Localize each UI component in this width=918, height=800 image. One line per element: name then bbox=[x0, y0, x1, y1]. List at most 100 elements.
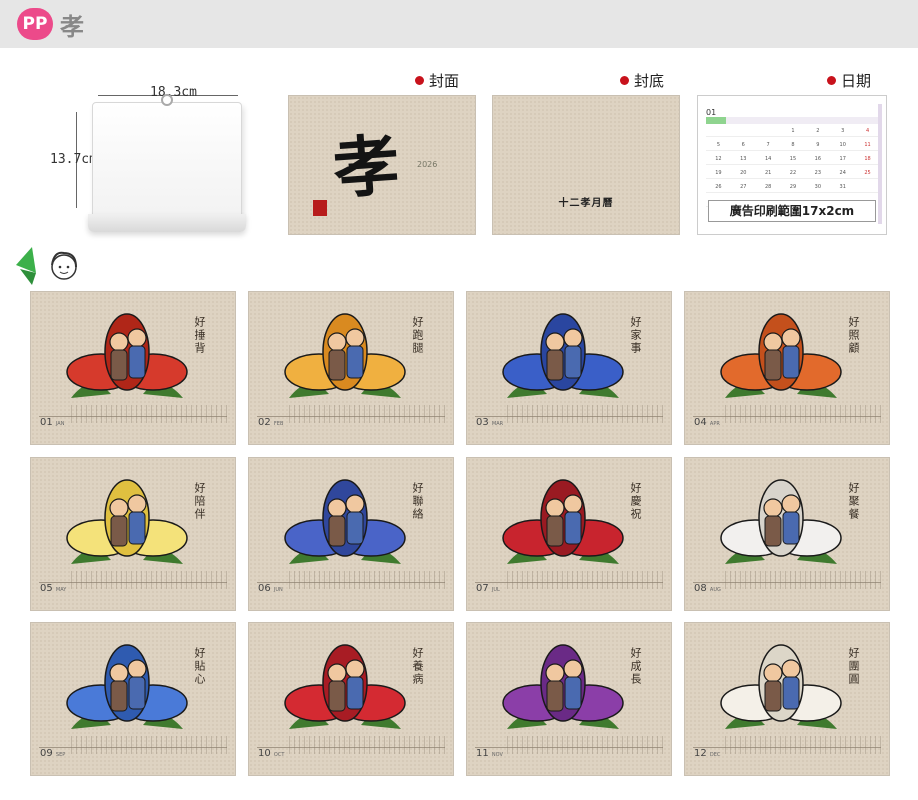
month-label: 09 SEP bbox=[40, 748, 65, 759]
red-dot-icon bbox=[620, 76, 629, 85]
cover-thumbnail[interactable]: 孝 2026 bbox=[288, 95, 476, 235]
date-cell: 28 bbox=[755, 184, 781, 193]
back-cover-thumbnail[interactable]: 十二孝月曆 bbox=[492, 95, 680, 235]
date-cell: 17 bbox=[830, 156, 856, 165]
page-title: 孝 bbox=[60, 13, 84, 41]
month-number: 08 bbox=[694, 583, 707, 594]
product-illustration: 18.3cm 13.7cm bbox=[40, 80, 260, 240]
date-cell bbox=[755, 128, 781, 137]
month-abbr: JAN bbox=[55, 421, 65, 427]
date-cell: 22 bbox=[780, 170, 806, 179]
date-cell: 13 bbox=[730, 156, 756, 165]
month-card-07[interactable]: 好慶祝 07 JUL bbox=[466, 457, 672, 611]
month-card-02[interactable]: 好跑腿 02 FEB bbox=[248, 291, 454, 445]
month-theme-title: 好捶背 bbox=[193, 316, 206, 355]
cover-year: 2026 bbox=[417, 160, 438, 169]
section-label-date: 日期 bbox=[827, 70, 871, 91]
month-theme-title: 好聚餐 bbox=[847, 482, 860, 521]
month-number: 01 bbox=[40, 417, 53, 428]
date-cell: 18 bbox=[855, 156, 880, 165]
date-cell bbox=[730, 128, 756, 137]
height-label: 13.7cm bbox=[50, 152, 97, 167]
date-cell: 7 bbox=[755, 142, 781, 151]
month-card-06[interactable]: 好聯絡 06 JUN bbox=[248, 457, 454, 611]
month-theme-title: 好照顧 bbox=[847, 316, 860, 355]
month-card-01[interactable]: 好捶背 01 JAN bbox=[30, 291, 236, 445]
month-card-10[interactable]: 好養病 10 OCT bbox=[248, 622, 454, 776]
month-label: 02 FEB bbox=[258, 417, 283, 428]
flower-illustration bbox=[66, 479, 188, 564]
month-label: 12 DEC bbox=[694, 748, 720, 759]
month-card-11[interactable]: 好成長 11 NOV bbox=[466, 622, 672, 776]
month-card-03[interactable]: 好家事 03 MAR bbox=[466, 291, 672, 445]
date-cell: 26 bbox=[706, 184, 731, 193]
month-label: 04 APR bbox=[694, 417, 720, 428]
month-abbr: FEB bbox=[273, 421, 284, 427]
calendar-divider bbox=[475, 747, 663, 748]
red-dot-icon bbox=[827, 76, 836, 85]
month-abbr: MAY bbox=[55, 587, 67, 593]
month-abbr: MAR bbox=[491, 421, 504, 427]
width-label: 18.3cm bbox=[150, 85, 197, 100]
month-abbr: SEP bbox=[55, 752, 66, 758]
month-theme-title: 好聯絡 bbox=[411, 482, 424, 521]
calendar-divider bbox=[39, 416, 227, 417]
cover-main-character: 孝 bbox=[330, 125, 402, 209]
month-theme-title: 好養病 bbox=[411, 647, 424, 686]
mini-calendar-strip bbox=[725, 405, 885, 423]
calendar-hook bbox=[161, 94, 173, 106]
month-card-12[interactable]: 好團圓 12 DEC bbox=[684, 622, 890, 776]
date-cell: 9 bbox=[805, 142, 831, 151]
month-number: 04 bbox=[694, 417, 707, 428]
date-cell: 31 bbox=[830, 184, 856, 193]
date-grid: 1 2 3 4 5 6 7 8 9 10 11 12 13 14 15 16 17 18 19 20 21 22 23 24 2… bbox=[706, 128, 880, 207]
month-number: 11 bbox=[476, 748, 489, 759]
month-abbr: DEC bbox=[709, 752, 721, 758]
calendar-divider bbox=[257, 416, 445, 417]
month-card-05[interactable]: 好陪伴 05 MAY bbox=[30, 457, 236, 611]
month-theme-title: 好成長 bbox=[629, 647, 642, 686]
desk-calendar-card bbox=[92, 102, 242, 220]
pp-logo-badge: PP bbox=[17, 8, 53, 40]
month-abbr: JUL bbox=[491, 587, 500, 593]
month-number: 03 bbox=[476, 417, 489, 428]
calendar-divider bbox=[39, 582, 227, 583]
flower-illustration bbox=[720, 644, 842, 729]
month-card-04[interactable]: 好照顧 04 APR bbox=[684, 291, 890, 445]
month-theme-title: 好貼心 bbox=[193, 647, 206, 686]
weekday-header bbox=[706, 117, 880, 124]
month-label: 10 OCT bbox=[258, 748, 284, 759]
date-cell: 30 bbox=[805, 184, 831, 193]
month-card-08[interactable]: 好聚餐 08 AUG bbox=[684, 457, 890, 611]
mini-calendar-strip bbox=[507, 571, 667, 589]
weekday-header-accent bbox=[706, 117, 726, 124]
date-page-thumbnail[interactable]: 01 1 2 3 4 5 6 7 8 9 10 11 12 13 14 15 16 17 18 19 20 21 22 23… bbox=[697, 95, 887, 235]
red-seal-stamp bbox=[313, 200, 327, 216]
month-theme-title: 好團圓 bbox=[847, 647, 860, 686]
mini-calendar-strip bbox=[507, 405, 667, 423]
date-cell: 1 bbox=[780, 128, 806, 137]
month-label: 05 MAY bbox=[40, 583, 66, 594]
calendar-divider bbox=[693, 582, 881, 583]
month-number: 07 bbox=[476, 583, 489, 594]
month-theme-title: 好陪伴 bbox=[193, 482, 206, 521]
month-card-09[interactable]: 好貼心 09 SEP bbox=[30, 622, 236, 776]
flower-illustration bbox=[284, 479, 406, 564]
mini-calendar-strip bbox=[289, 405, 449, 423]
calendar-divider bbox=[693, 416, 881, 417]
date-cell: 25 bbox=[855, 170, 880, 179]
mini-calendar-strip bbox=[507, 736, 667, 754]
flower-illustration bbox=[502, 313, 624, 398]
flower-illustration bbox=[502, 644, 624, 729]
calendar-divider bbox=[475, 416, 663, 417]
red-dot-icon bbox=[415, 76, 424, 85]
date-cell: 3 bbox=[830, 128, 856, 137]
month-label: 06 JUN bbox=[258, 583, 283, 594]
header-bar: PP 孝 bbox=[0, 0, 918, 48]
date-cell: 16 bbox=[805, 156, 831, 165]
date-cell: 21 bbox=[755, 170, 781, 179]
month-number: 09 bbox=[40, 748, 53, 759]
date-page-month-number: 01 bbox=[706, 108, 717, 117]
date-cell: 27 bbox=[730, 184, 756, 193]
month-theme-title: 好慶祝 bbox=[629, 482, 642, 521]
